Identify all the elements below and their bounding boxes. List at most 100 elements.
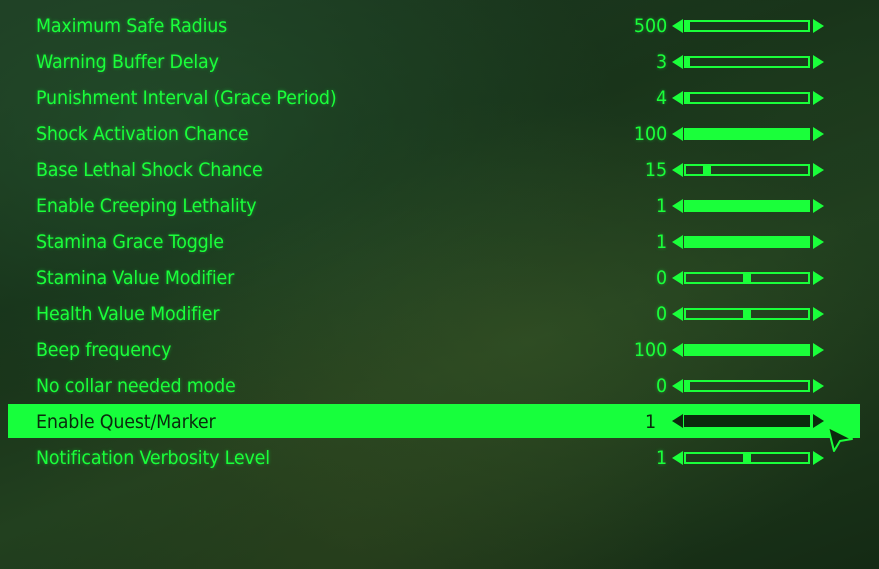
setting-slider[interactable] [672,451,824,465]
setting-row[interactable]: Beep frequency 100 [0,332,879,368]
slider-track[interactable] [684,236,810,248]
increase-arrow-icon[interactable] [813,271,824,285]
slider-thumb[interactable] [743,454,751,462]
setting-slider[interactable] [672,307,824,321]
setting-label: Stamina Grace Toggle [36,231,224,253]
setting-row[interactable]: Warning Buffer Delay 3 [0,44,879,80]
setting-slider[interactable] [672,235,824,249]
setting-row[interactable]: Punishment Interval (Grace Period) 4 [0,80,879,116]
slider-fill [686,417,808,425]
setting-slider[interactable] [672,19,824,33]
setting-slider[interactable] [672,55,824,69]
slider-track[interactable] [684,272,810,284]
increase-arrow-icon[interactable] [813,343,824,357]
setting-value: 100 [633,339,667,361]
increase-arrow-icon[interactable] [813,163,824,177]
setting-value: 500 [633,15,667,37]
decrease-arrow-icon[interactable] [672,414,683,428]
setting-label: Base Lethal Shock Chance [36,159,263,181]
setting-slider[interactable] [672,127,824,141]
slider-thumb[interactable] [743,274,751,282]
setting-slider[interactable] [672,379,824,393]
setting-row[interactable]: Notification Verbosity Level 1 [0,440,879,476]
decrease-arrow-icon[interactable] [672,451,683,465]
increase-arrow-icon[interactable] [813,55,824,69]
slider-track[interactable] [684,164,810,176]
decrease-arrow-icon[interactable] [672,379,683,393]
setting-value: 0 [655,375,667,397]
slider-track[interactable] [684,92,810,104]
setting-slider[interactable] [672,414,824,428]
setting-row[interactable]: No collar needed mode 0 [0,368,879,404]
setting-value: 100 [633,123,667,145]
decrease-arrow-icon[interactable] [672,199,683,213]
setting-slider[interactable] [672,271,824,285]
setting-value: 1 [655,231,667,253]
increase-arrow-icon[interactable] [813,19,824,33]
setting-label: Maximum Safe Radius [36,15,228,37]
slider-track[interactable] [684,415,810,427]
decrease-arrow-icon[interactable] [672,91,683,105]
setting-label: Notification Verbosity Level [36,447,270,469]
setting-label: Health Value Modifier [36,303,220,325]
setting-row[interactable]: Shock Activation Chance 100 [0,116,879,152]
slider-fill [686,94,690,102]
setting-slider[interactable] [672,343,824,357]
increase-arrow-icon[interactable] [813,127,824,141]
mouse-cursor-icon [827,426,853,452]
slider-track[interactable] [684,56,810,68]
setting-value: 0 [655,303,667,325]
slider-fill [686,58,690,66]
setting-label: Beep frequency [36,339,172,361]
increase-arrow-icon[interactable] [813,379,824,393]
decrease-arrow-icon[interactable] [672,271,683,285]
setting-label: Warning Buffer Delay [36,51,219,73]
slider-fill [686,382,690,390]
increase-arrow-icon[interactable] [813,307,824,321]
slider-fill [686,346,808,354]
settings-list: Maximum Safe Radius 500 Warning Buffer Del… [0,8,879,476]
setting-label: No collar needed mode [36,375,236,397]
increase-arrow-icon[interactable] [813,91,824,105]
slider-track[interactable] [684,308,810,320]
decrease-arrow-icon[interactable] [672,235,683,249]
slider-fill [686,238,808,246]
slider-track[interactable] [684,200,810,212]
increase-arrow-icon[interactable] [813,235,824,249]
increase-arrow-icon[interactable] [813,199,824,213]
slider-track[interactable] [684,128,810,140]
setting-row[interactable]: Stamina Value Modifier 0 [0,260,879,296]
setting-label: Punishment Interval (Grace Period) [36,87,337,109]
slider-track[interactable] [684,452,810,464]
decrease-arrow-icon[interactable] [672,163,683,177]
decrease-arrow-icon[interactable] [672,127,683,141]
setting-slider[interactable] [672,163,824,177]
decrease-arrow-icon[interactable] [672,343,683,357]
setting-value: 0 [655,267,667,289]
setting-row[interactable]: Enable Creeping Lethality 1 [0,188,879,224]
setting-row[interactable]: Base Lethal Shock Chance 15 [0,152,879,188]
slider-fill [686,22,690,30]
slider-track[interactable] [684,380,810,392]
setting-label: Enable Quest/Marker [36,411,216,433]
setting-slider[interactable] [672,199,824,213]
slider-track[interactable] [684,344,810,356]
decrease-arrow-icon[interactable] [672,55,683,69]
slider-track[interactable] [684,20,810,32]
setting-value: 1 [644,411,656,433]
decrease-arrow-icon[interactable] [672,19,683,33]
setting-row[interactable]: Health Value Modifier 0 [0,296,879,332]
slider-thumb[interactable] [743,310,751,318]
decrease-arrow-icon[interactable] [672,307,683,321]
setting-value: 1 [655,195,667,217]
setting-label: Stamina Value Modifier [36,267,235,289]
setting-slider[interactable] [672,91,824,105]
increase-arrow-icon[interactable] [813,414,824,428]
slider-thumb[interactable] [703,166,711,174]
setting-row[interactable]: Enable Quest/Marker 1 [8,404,860,438]
increase-arrow-icon[interactable] [813,451,824,465]
slider-fill [686,202,808,210]
slider-fill [686,130,808,138]
setting-row[interactable]: Maximum Safe Radius 500 [0,8,879,44]
setting-row[interactable]: Stamina Grace Toggle 1 [0,224,879,260]
